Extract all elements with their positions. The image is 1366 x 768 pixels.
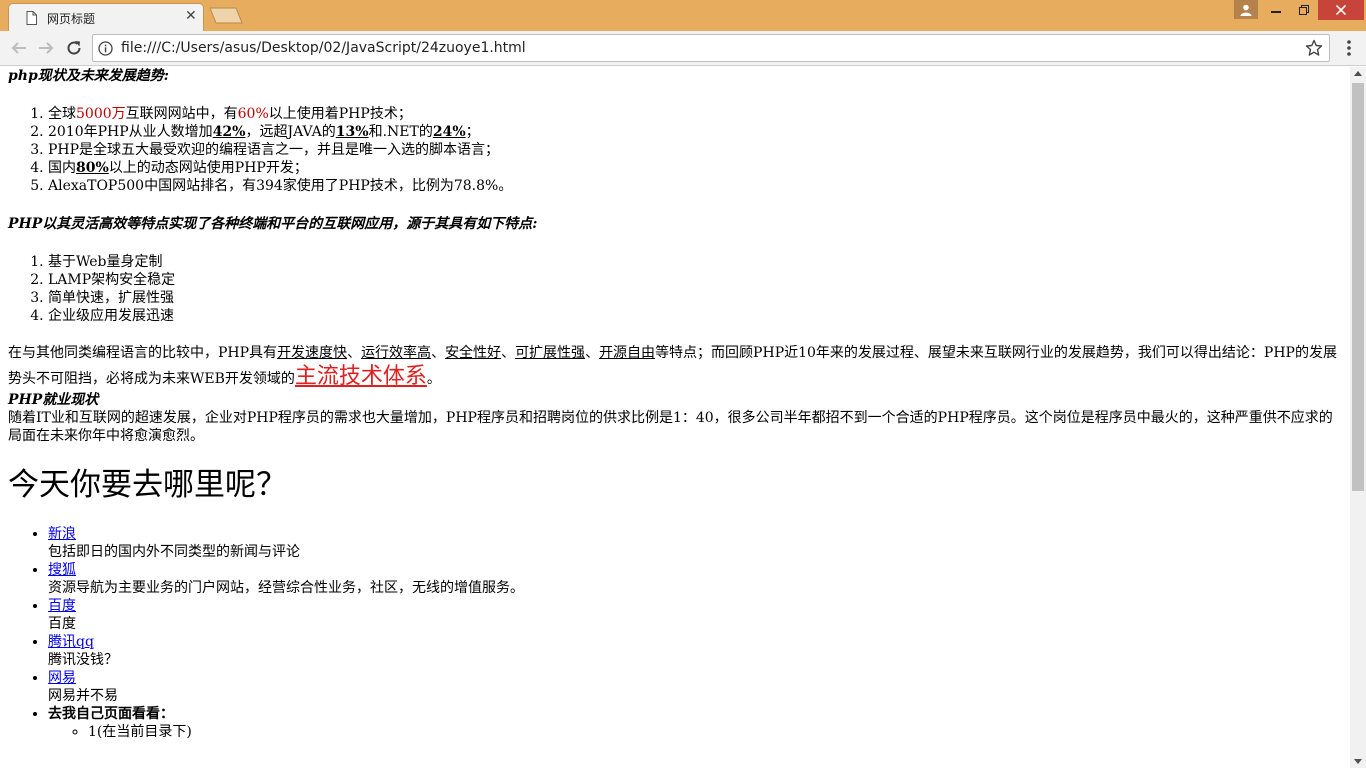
star-icon[interactable]	[1305, 39, 1323, 57]
scroll-down-arrow[interactable]	[1354, 759, 1362, 764]
list-item: 简单快速，扩展性强	[48, 289, 1342, 307]
site-list: 新浪包括即日的国内外不同类型的新闻与评论 搜狐资源导航为主要业务的门户网站，经营…	[8, 525, 1342, 741]
maximize-icon	[1299, 5, 1309, 15]
link-netease[interactable]: 网易	[48, 670, 76, 686]
page-body: php现状及未来发展趋势: 全球5000万互联网网站中，有60%以上使用着PHP…	[0, 67, 1350, 741]
forward-arrow-icon	[39, 42, 54, 54]
address-bar[interactable]: file:///C:/Users/asus/Desktop/02/JavaScr…	[92, 34, 1330, 62]
minimize-button[interactable]	[1263, 0, 1289, 20]
list-item: 网易网易并不易	[48, 669, 1342, 705]
tab-close-button[interactable]: ✕	[185, 8, 197, 24]
list-item: AlexaTOP500中国网站排名，有394家使用了PHP技术，比例为78.8%…	[48, 177, 1342, 195]
close-window-button[interactable]	[1318, 0, 1364, 20]
link-baidu[interactable]: 百度	[48, 598, 76, 614]
page-viewport[interactable]: php现状及未来发展趋势: 全球5000万互联网网站中，有60%以上使用着PHP…	[0, 67, 1350, 768]
page-icon	[26, 11, 37, 25]
highlight-main-tech: 主流技术体系	[294, 364, 427, 389]
scrollbar-thumb[interactable]	[1352, 83, 1364, 491]
window-titlebar: 网页标题 ✕	[0, 0, 1366, 31]
list-item: LAMP架构安全稳定	[48, 271, 1342, 289]
link-tencent-qq[interactable]: 腾讯qq	[48, 634, 94, 650]
page-title-where-to-go: 今天你要去哪里呢？	[8, 467, 287, 503]
paragraph-jobs: 随着IT业和互联网的超速发展，企业对PHP程序员的需求也大量增加，PHP程序员和…	[8, 410, 1333, 444]
paragraph-comparison: 在与其他同类编程语言的比较中，PHP具有开发速度快、运行效率高、安全性好、可扩展…	[8, 345, 1337, 389]
list-item: 腾讯qq腾讯没钱？	[48, 633, 1342, 669]
heading-php-jobs: PHP就业现状	[8, 392, 99, 408]
reload-button[interactable]	[63, 37, 85, 59]
link-sina[interactable]: 新浪	[48, 526, 76, 542]
tab-title: 网页标题	[47, 12, 96, 26]
back-arrow-icon	[11, 42, 26, 54]
heading-php-status: php现状及未来发展趋势:	[8, 68, 169, 84]
maximize-button[interactable]	[1291, 0, 1317, 20]
list-item: 去我自己页面看看： 1(在当前目录下)	[48, 705, 1342, 741]
browser-tab[interactable]: 网页标题 ✕	[8, 3, 204, 31]
back-button[interactable]	[8, 37, 30, 59]
user-profile-button[interactable]	[1234, 0, 1258, 19]
reload-icon	[67, 41, 81, 55]
forward-button[interactable]	[35, 37, 57, 59]
list-item: 基于Web量身定制	[48, 253, 1342, 271]
list-item: 百度百度	[48, 597, 1342, 633]
list-item: 新浪包括即日的国内外不同类型的新闻与评论	[48, 525, 1342, 561]
link-sohu[interactable]: 搜狐	[48, 562, 76, 578]
list-item: 搜狐资源导航为主要业务的门户网站，经营综合性业务，社区，无线的增值服务。	[48, 561, 1342, 597]
list-item: 国内80%以上的动态网站使用PHP开发；	[48, 159, 1342, 177]
php-features-list: 基于Web量身定制 LAMP架构安全稳定 简单快速，扩展性强 企业级应用发展迅速	[8, 253, 1342, 325]
url-text[interactable]: file:///C:/Users/asus/Desktop/02/JavaScr…	[121, 40, 526, 56]
vertical-scrollbar[interactable]	[1350, 67, 1366, 768]
menu-dots-icon[interactable]	[1341, 38, 1357, 58]
list-item: 企业级应用发展迅速	[48, 307, 1342, 325]
browser-toolbar: file:///C:/Users/asus/Desktop/02/JavaScr…	[0, 31, 1366, 66]
close-icon	[1336, 5, 1346, 15]
list-item: PHP是全球五大最受欢迎的编程语言之一，并且是唯一入选的脚本语言；	[48, 141, 1342, 159]
user-icon	[1240, 4, 1252, 16]
minimize-icon	[1271, 11, 1281, 13]
list-item: 全球5000万互联网网站中，有60%以上使用着PHP技术；	[48, 105, 1342, 123]
new-tab-button[interactable]	[209, 7, 243, 24]
heading-php-features: PHP以其灵活高效等特点实现了各种终端和平台的互联网应用，源于其具有如下特点:	[8, 216, 538, 232]
info-icon[interactable]	[98, 41, 113, 56]
php-status-list: 全球5000万互联网网站中，有60%以上使用着PHP技术； 2010年PHP从业…	[8, 105, 1342, 195]
scroll-up-arrow[interactable]	[1354, 71, 1362, 76]
list-item: 2010年PHP从业人数增加42%，远超JAVA的13%和.NET的24%；	[48, 123, 1342, 141]
list-item-cut: 1(在当前目录下)	[88, 723, 1342, 741]
